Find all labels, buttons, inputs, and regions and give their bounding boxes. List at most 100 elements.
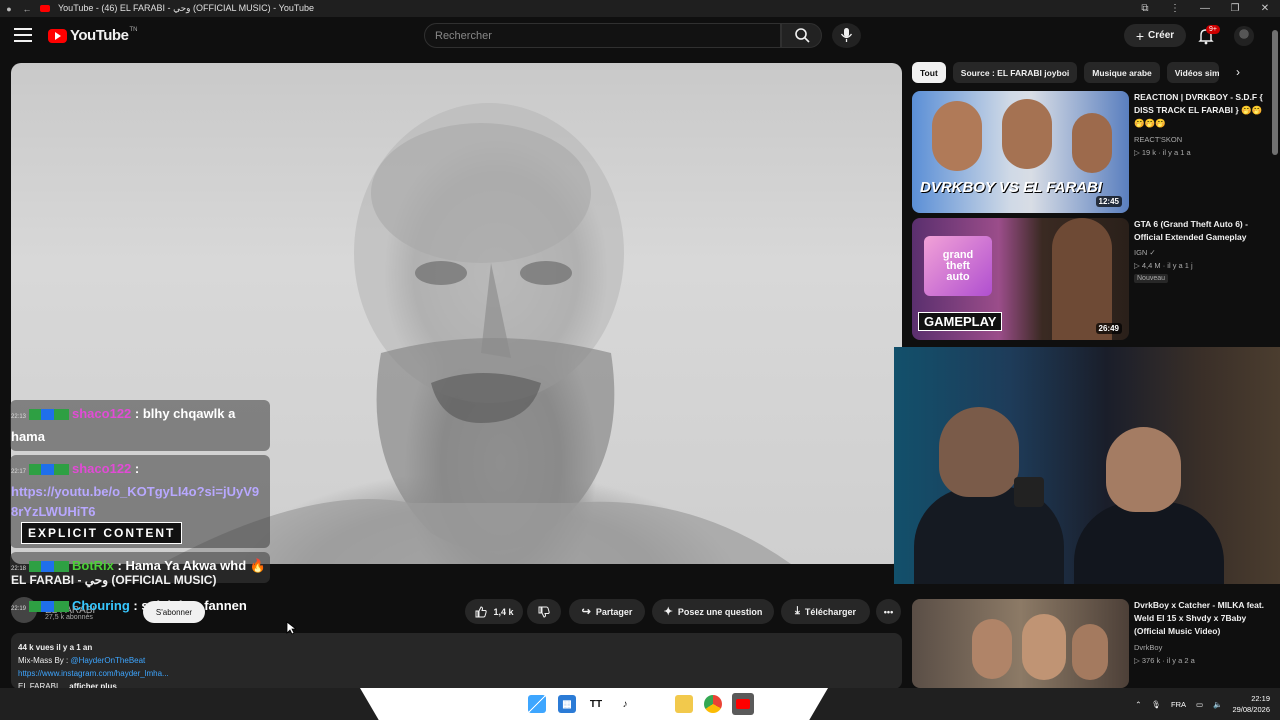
more-actions-button[interactable]: ••• (876, 599, 901, 624)
youtube-favicon-icon (40, 5, 50, 12)
windows-start-icon[interactable] (528, 695, 546, 713)
recommendation-meta: ▷ 4,4 M · il y a 1 j (1134, 261, 1193, 270)
back-icon[interactable]: ← (18, 4, 36, 14)
chip-similar[interactable]: Vidéos simi (1166, 62, 1219, 83)
notifications-badge: 9+ (1206, 25, 1220, 34)
ask-question-button[interactable]: ✦ Posez une question (652, 599, 774, 624)
network-icon[interactable]: ▭ (1196, 700, 1203, 709)
recommendation-channel[interactable]: DvrkBoy (1134, 643, 1162, 652)
chat-message: 22:17 shaco122 : https://youtu.be/o_KOTgy… (10, 455, 270, 548)
recommendation-meta: ▷ 19 k · il y a 1 a (1134, 148, 1191, 157)
video-duration: 26:49 (1095, 323, 1122, 334)
account-avatar[interactable] (1234, 26, 1254, 46)
parental-advisory-logo: EXPLICIT CONTENT (21, 522, 183, 544)
instagram-link[interactable]: https://www.instagram.com/hayder_lmha... (18, 667, 895, 680)
new-badge: Nouveau (1134, 274, 1169, 283)
recommendation-title[interactable]: GTA 6 (Grand Theft Auto 6) - Official Ex… (1134, 218, 1267, 244)
share-button[interactable]: ↪ Partager (569, 599, 645, 624)
download-button[interactable]: ⤓ Télécharger (781, 599, 870, 624)
ticktick-icon[interactable]: TT (587, 695, 605, 713)
recommendation-title[interactable]: REACTION | DVRKBOY - S.D.F { DISS TRACK … (1134, 91, 1267, 130)
recommendation-item[interactable]: DvrkBoy x Catcher - MILKA feat. Weld El … (912, 599, 1267, 688)
chevron-up-icon[interactable]: ⌃ (1135, 700, 1141, 709)
extensions-icon[interactable]: ⧉ (1130, 3, 1160, 14)
chrome-icon[interactable] (704, 695, 722, 713)
view-stats: 44 k vues il y a 1 an (18, 643, 93, 652)
mic-tray-icon[interactable]: 🎙 (1151, 700, 1161, 709)
mention-link[interactable]: @HayderOnTheBeat (70, 656, 145, 665)
play-small-icon: ▷ (1134, 148, 1142, 157)
chat-badges-icon (29, 464, 70, 476)
chip-all[interactable]: Tout (912, 62, 946, 83)
youtube-header: YouTube TN Rechercher + Créer 9+ (0, 17, 1280, 57)
more-horizontal-icon: ••• (883, 606, 894, 617)
video-description[interactable]: 44 k vues il y a 1 an Mix-Mass By : @Hay… (11, 633, 902, 691)
thumbnail-caption: DVRKBOY VS EL FARABI (920, 179, 1102, 196)
recommendation-item[interactable]: DVRKBOY VS EL FARABI 12:45 REACTION | DV… (912, 91, 1267, 213)
more-options-icon[interactable]: ⋮ (1160, 3, 1190, 14)
stream-chat-overlay: 22:13 shaco122 : blhy chqawlk a hama 22:1… (10, 400, 270, 587)
subscribe-button[interactable]: S'abonner (143, 601, 205, 623)
browser-menu-icon[interactable]: ● (0, 4, 18, 14)
scrollbar[interactable] (1272, 30, 1278, 155)
windows-taskbar: ▦ TT ♪ ⌃ 🎙 FRA ▭ 🔈 22:19 29/08/2026 (0, 688, 1280, 720)
recommendation-title[interactable]: DvrkBoy x Catcher - MILKA feat. Weld El … (1134, 599, 1267, 638)
thumbs-down-icon (538, 606, 550, 618)
chat-badges-icon (29, 601, 70, 613)
streamer-webcam-overlay (894, 347, 1280, 584)
filter-chips: Tout Source : EL FARABI joyboi Musique a… (912, 62, 1219, 84)
voice-search-button[interactable] (832, 23, 861, 48)
thumbs-up-icon (475, 605, 488, 617)
thumbnail-caption: GAMEPLAY (918, 312, 1003, 331)
chip-source[interactable]: Source : EL FARABI joyboi (952, 62, 1078, 83)
chip-arab-music[interactable]: Musique arabe (1084, 62, 1160, 83)
chat-link[interactable]: https://youtu.be/o_KOTgyLI4o?si=jUyV98rY… (11, 484, 259, 519)
recommendation-item[interactable]: grand theft auto GAMEPLAY 26:49 GTA 6 (Gra… (912, 218, 1267, 340)
minimize-button[interactable]: — (1190, 3, 1220, 14)
play-small-icon: ▷ (1134, 261, 1142, 270)
youtube-logo[interactable]: YouTube TN (48, 27, 137, 44)
recommendation-channel[interactable]: REACT'SKON (1134, 135, 1182, 144)
tab-title: YouTube - (46) EL FARABI - وحي (OFFICIAL… (58, 3, 315, 13)
menu-icon[interactable] (14, 28, 32, 42)
video-title: EL FARABI - وحي (OFFICIAL MUSIC) (11, 573, 217, 587)
dislike-button[interactable] (527, 599, 561, 624)
store-icon[interactable]: ▦ (558, 695, 576, 713)
video-thumbnail[interactable]: grand theft auto GAMEPLAY 26:49 (912, 218, 1129, 340)
chat-badges-icon (29, 409, 70, 421)
tiktok-icon[interactable]: ♪ (616, 695, 634, 713)
download-icon: ⤓ (795, 605, 800, 617)
create-button[interactable]: + Créer (1124, 24, 1186, 47)
subscriber-count: 27,5 k abonnés (45, 614, 93, 621)
chat-badges-icon (29, 561, 70, 573)
plus-icon: + (1135, 27, 1145, 44)
chat-text: Hama Ya Akwa whd 🔥 (125, 558, 266, 573)
youtube-taskbar-icon[interactable] (732, 693, 754, 715)
chat-username: shaco122 (72, 461, 132, 476)
microphone-icon (840, 28, 853, 42)
video-thumbnail[interactable] (912, 599, 1129, 688)
maximize-button[interactable]: ❐ (1220, 3, 1250, 14)
youtube-play-icon (48, 28, 67, 43)
mouse-cursor-icon (286, 621, 296, 635)
chevron-right-icon[interactable]: › (1236, 65, 1240, 79)
recommendation-meta: ▷ 376 k · il y a 2 a (1134, 656, 1195, 665)
chat-message: 22:13 shaco122 : blhy chqawlk a hama (10, 400, 270, 451)
clock[interactable]: 22:19 29/08/2026 (1232, 693, 1270, 715)
browser-title-bar: ● ← YouTube - (46) EL FARABI - وحي (OFFI… (0, 0, 1280, 17)
chat-username: BotRix (72, 558, 114, 573)
search-button[interactable] (781, 23, 822, 48)
search-icon (795, 28, 810, 43)
search-input[interactable]: Rechercher (424, 23, 781, 48)
close-button[interactable]: ✕ (1250, 3, 1280, 14)
like-count: 1,4 k (493, 606, 514, 617)
system-tray: ⌃ 🎙 FRA ▭ 🔈 22:19 29/08/2026 (1135, 688, 1280, 720)
recommendation-channel[interactable]: IGN ✓ (1134, 248, 1156, 257)
volume-icon[interactable]: 🔈 (1213, 700, 1222, 709)
gta-vi-logo: grand theft auto (924, 236, 992, 296)
chat-username: shaco122 (72, 406, 132, 421)
file-explorer-icon[interactable] (675, 695, 693, 713)
like-button[interactable]: 1,4 k (465, 599, 523, 624)
video-thumbnail[interactable]: DVRKBOY VS EL FARABI 12:45 (912, 91, 1129, 213)
language-indicator[interactable]: FRA (1171, 700, 1186, 709)
